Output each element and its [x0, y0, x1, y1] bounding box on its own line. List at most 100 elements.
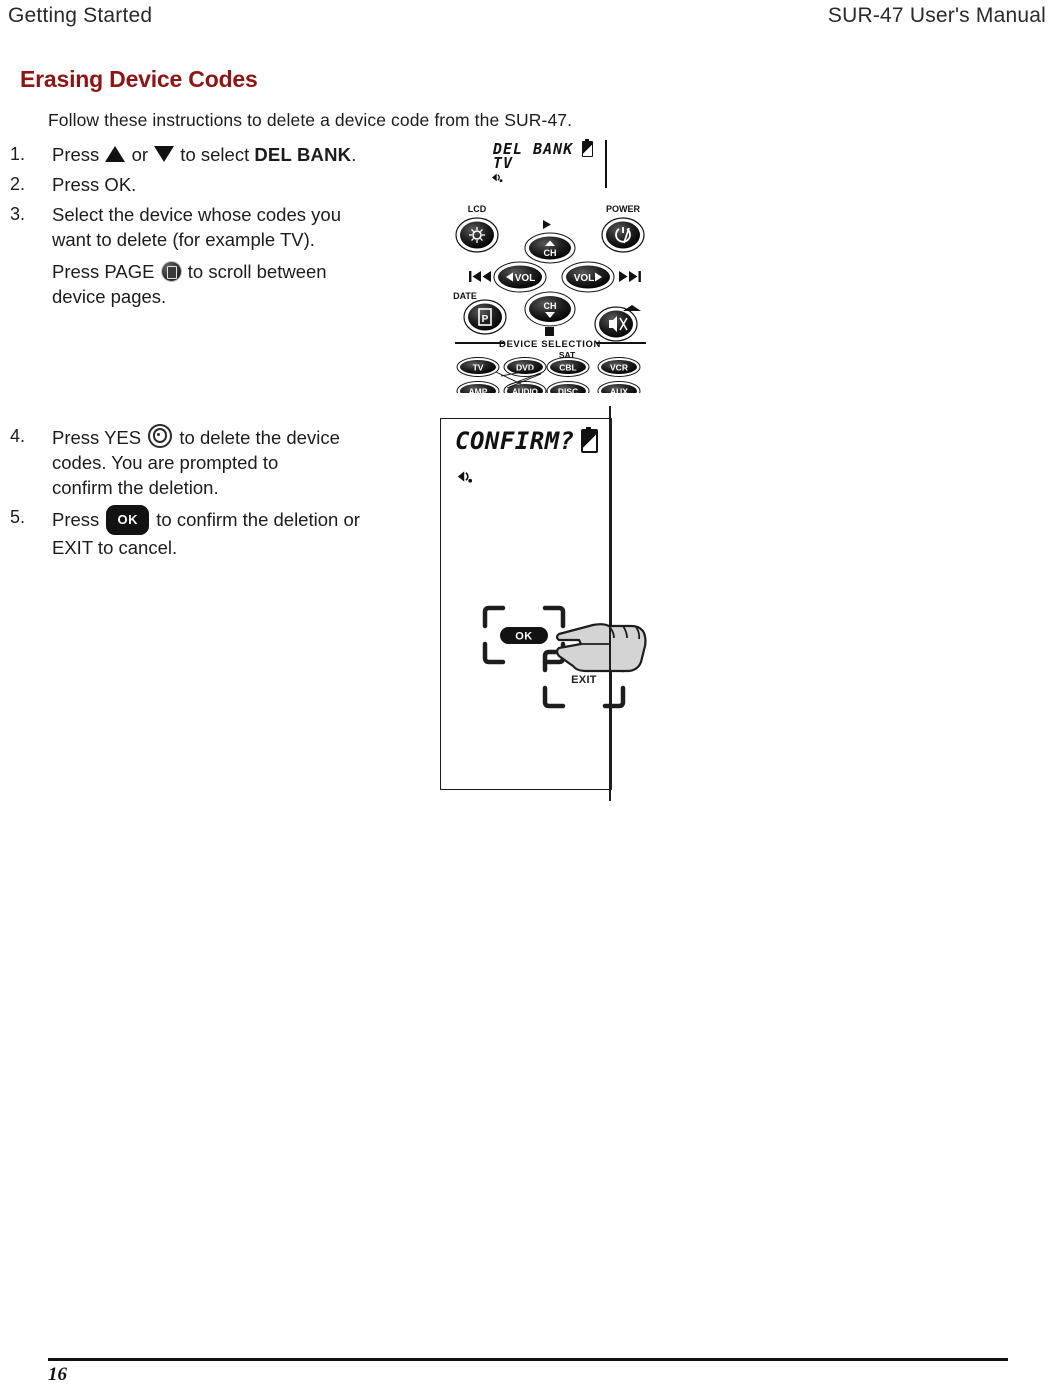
remote-label-date: DATE — [453, 291, 477, 301]
step4-line2: codes. You are prompted to — [52, 452, 279, 473]
step-number: 2. — [10, 174, 26, 194]
remote-lcd-button — [455, 217, 499, 253]
instruction-list-part-1: 1. Press or to select DEL BANK. 2. Press… — [10, 142, 440, 314]
remote-label-device-selection: DEVICE SELECTION — [499, 339, 601, 350]
step3-sub-post: to scroll between — [182, 261, 327, 282]
step3-line2: want to delete (for example TV). — [52, 229, 315, 250]
svg-text:AMP: AMP — [469, 387, 488, 394]
footer-divider — [48, 1358, 1008, 1361]
instruction-list-part-2: 4. Press YES to delete the device codes.… — [10, 424, 440, 565]
play-icon — [543, 220, 551, 229]
stop-icon — [545, 327, 554, 336]
step-number: 5. — [10, 507, 26, 527]
remote-device-button-audio: AUDIO — [503, 381, 547, 394]
step1-mid-text: or — [126, 144, 154, 165]
eject-icon — [623, 305, 641, 311]
remote-device-button-disc: DISC — [546, 381, 590, 394]
remote-device-button-vcr: VCR — [597, 357, 641, 377]
svg-text:P: P — [482, 314, 489, 325]
lcd-display-confirm-panel: CONFIRM? OK EXIT — [440, 406, 647, 801]
remote-label-lcd: LCD — [468, 204, 487, 214]
remote-ch-up-button: CH — [524, 232, 576, 264]
list-item: 5. Press OK to confirm the deletion or E… — [10, 505, 440, 560]
svg-text:CH: CH — [544, 248, 557, 258]
list-item: 2. Press OK. — [10, 172, 440, 197]
step-text: Press YES to delete the device codes. Yo… — [52, 424, 440, 500]
remote-device-button-amp: AMP — [456, 381, 500, 394]
svg-text:CBL: CBL — [559, 363, 576, 373]
remote-device-button-cbl: CBL — [546, 357, 590, 377]
remote-control-diagram: LCD POWER CH VOL VOL DATE P CH DEVICE SE… — [443, 198, 658, 393]
step-text: Select the device whose codes you want t… — [52, 202, 440, 309]
remote-device-button-tv: TV — [456, 357, 500, 377]
triangle-down-icon — [154, 146, 175, 162]
remote-device-button-aux: AUX — [597, 381, 641, 394]
step-text: Press OK. — [52, 174, 137, 195]
page-title: Erasing Device Codes — [20, 66, 258, 92]
svg-text:TV: TV — [473, 363, 484, 373]
step4-post: to delete the device — [174, 427, 340, 448]
lcd-display-del-bank: DEL BANK TV — [487, 138, 607, 188]
intro-paragraph: Follow these instructions to delete a de… — [48, 110, 573, 130]
pointing-hand-icon — [555, 623, 647, 673]
confirm-buttons-illustration: OK EXIT — [481, 604, 681, 714]
triangle-up-icon — [105, 146, 126, 162]
step3-substep: Press PAGE to scroll between — [52, 259, 440, 284]
svg-text:VOL: VOL — [515, 273, 536, 284]
step5-line2: EXIT to cancel. — [52, 537, 178, 558]
remote-ch-down-button: CH — [524, 291, 576, 327]
svg-text:DVD: DVD — [516, 363, 534, 373]
panel-divider — [609, 406, 611, 801]
step-number: 3. — [10, 204, 26, 224]
remote-label-sat: SAT — [559, 350, 576, 360]
svg-text:AUX: AUX — [610, 387, 628, 394]
list-item: 4. Press YES to delete the device codes.… — [10, 424, 440, 500]
ok-button-label: OK — [515, 631, 533, 643]
step1-pre-text: Press — [52, 144, 105, 165]
yes-button-icon — [148, 424, 173, 448]
header-left-title: Getting Started — [8, 4, 153, 27]
battery-icon — [581, 426, 598, 453]
signal-icon — [457, 471, 473, 483]
ok-button-badge: OK — [106, 505, 150, 535]
step3-line1: Select the device whose codes you — [52, 204, 341, 225]
battery-icon — [582, 138, 593, 157]
step-number: 4. — [10, 426, 26, 446]
remote-power-button — [601, 217, 645, 253]
remote-vol-up-button: VOL — [561, 261, 615, 293]
remote-mute-button — [594, 306, 638, 342]
lcd-line-2: TV — [493, 154, 514, 172]
step-text: Press OK to confirm the deletion or EXIT… — [52, 505, 440, 560]
step-number: 1. — [10, 144, 26, 164]
prev-track-icon — [469, 271, 491, 282]
page-number: 16 — [48, 1364, 67, 1385]
svg-text:VCR: VCR — [610, 363, 628, 373]
remote-label-power: POWER — [606, 204, 641, 214]
page-button-icon — [161, 262, 181, 281]
page-footer: 16 — [48, 1358, 1008, 1386]
header-right-title: SUR-47 User's Manual — [827, 4, 1046, 27]
step3-sub-line2: device pages. — [52, 286, 167, 307]
list-item: 1. Press or to select DEL BANK. — [10, 142, 440, 167]
lcd-confirm-text: CONFIRM? — [455, 427, 575, 455]
svg-text:VOL: VOL — [574, 273, 595, 284]
svg-text:DISC: DISC — [558, 387, 578, 394]
lcd-divider — [605, 140, 607, 188]
step1-lcd-label: DEL BANK — [254, 144, 352, 165]
step-text: Press or to select DEL BANK. — [52, 142, 440, 167]
step5-post: to confirm the deletion or — [151, 509, 360, 530]
step1-tail-text: . — [351, 144, 357, 165]
step5-pre: Press — [52, 509, 105, 530]
svg-text:AUDIO: AUDIO — [512, 388, 538, 394]
svg-text:CH: CH — [544, 301, 557, 311]
list-item: 3. Select the device whose codes you wan… — [10, 202, 440, 309]
next-track-icon — [619, 271, 641, 282]
remote-vol-down-button: VOL — [493, 261, 547, 293]
page-header: Getting Started SUR-47 User's Manual — [8, 4, 1046, 34]
step4-pre: Press YES — [52, 427, 147, 448]
step4-line3: confirm the deletion. — [52, 477, 219, 498]
remote-page-button: P — [463, 299, 507, 335]
signal-icon — [492, 173, 503, 183]
exit-button-label: EXIT — [571, 674, 597, 686]
step1-post-text: to select — [175, 144, 255, 165]
